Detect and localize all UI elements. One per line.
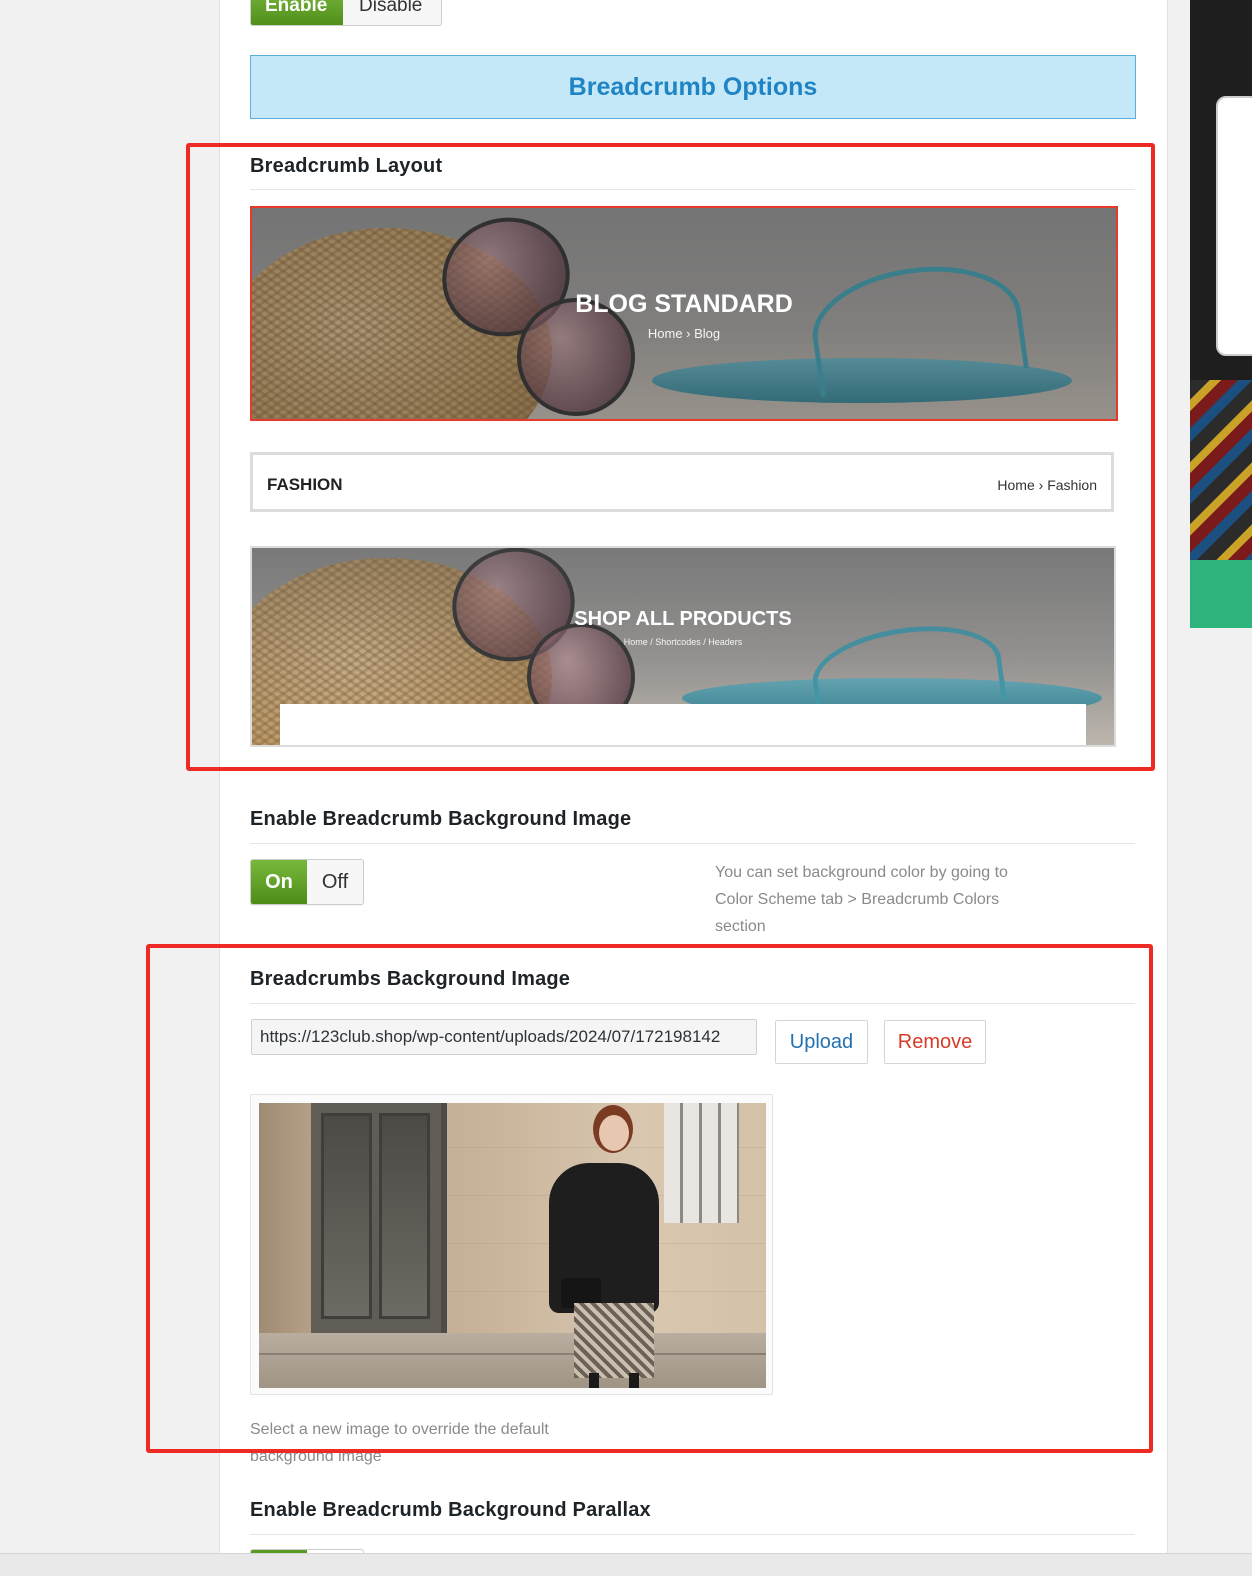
side-preview-image [1190,0,1252,628]
highlight-frame-bg-image [146,944,1153,1453]
switch-off-option[interactable]: Off [307,860,363,904]
section-heading-text: Breadcrumb Options [568,72,818,101]
divider [250,843,1135,844]
parallax-title: Enable Breadcrumb Background Parallax [250,1499,651,1521]
horizontal-scrollbar[interactable] [0,1553,1252,1576]
enable-disable-toggle[interactable]: Enable Disable [250,0,442,26]
enable-option[interactable]: Enable [251,0,343,25]
bg-image-toggle-title: Enable Breadcrumb Background Image [250,808,632,830]
switch-on-option[interactable]: On [251,860,307,904]
bg-image-description: You can set background color by going to… [715,864,1008,935]
bg-image-on-off-switch[interactable]: On Off [250,859,364,905]
section-heading: Breadcrumb Options [250,55,1136,119]
divider [250,1534,1135,1535]
disable-option[interactable]: Disable [343,0,441,25]
highlight-frame-layout [186,143,1155,771]
